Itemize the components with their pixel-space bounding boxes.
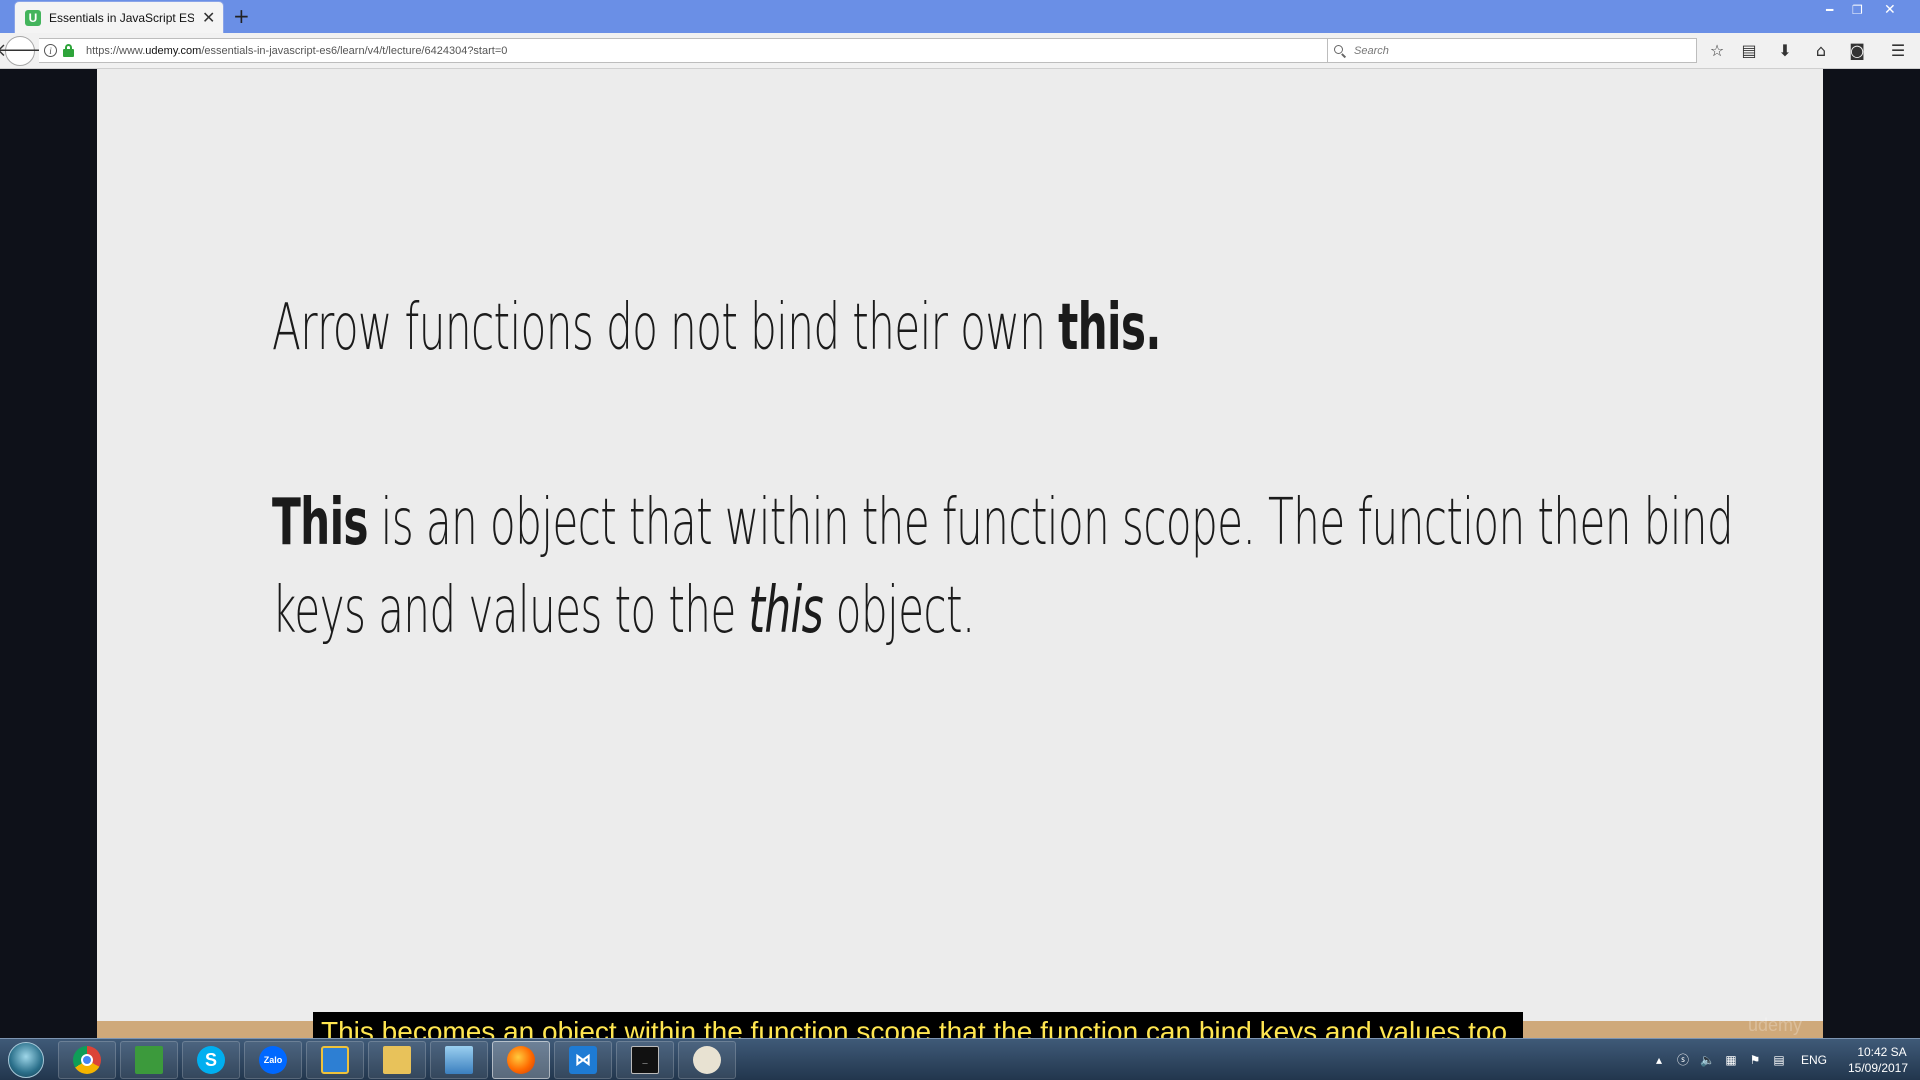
outlook-icon: [321, 1046, 349, 1074]
slide-line1-text: Arrow functions do not bind their own: [272, 291, 1059, 365]
browser-titlebar: U Essentials in JavaScript ES6 - ✕ + ━ ❐…: [0, 0, 1920, 33]
browser-tab[interactable]: U Essentials in JavaScript ES6 - ✕: [14, 1, 224, 33]
paint-icon: [693, 1046, 721, 1074]
clock-time[interactable]: 10:42 SA: [1852, 1045, 1912, 1059]
taskbar-zalo[interactable]: Zalo: [244, 1041, 302, 1079]
info-icon[interactable]: i: [44, 44, 57, 57]
skype-tray-icon[interactable]: ⓢ: [1676, 1053, 1690, 1067]
taskbar-sheets[interactable]: [120, 1041, 178, 1079]
search-input[interactable]: Search: [1327, 38, 1697, 63]
zalo-icon: Zalo: [259, 1046, 287, 1074]
home-icon[interactable]: ⌂: [1811, 41, 1831, 61]
taskbar-terminal[interactable]: _: [616, 1041, 674, 1079]
slide-line2-text: is an object that within the function sc…: [272, 486, 1734, 648]
taskbar-photo-viewer[interactable]: [430, 1041, 488, 1079]
reading-list-icon[interactable]: ▤: [1739, 41, 1759, 61]
slide-line2-bold: This: [272, 486, 369, 560]
new-tab-button[interactable]: +: [233, 4, 250, 28]
taskbar-vscode[interactable]: ⋈: [554, 1041, 612, 1079]
slide-paragraph: This is an object that within the functi…: [272, 479, 1816, 655]
taskbar-file-explorer[interactable]: [368, 1041, 426, 1079]
start-button[interactable]: [8, 1042, 44, 1078]
search-placeholder: Search: [1354, 44, 1389, 57]
close-tab-icon[interactable]: ✕: [202, 9, 215, 26]
address-bar[interactable]: i https://www.udemy.com/essentials-in-ja…: [39, 38, 1351, 63]
vscode-icon: ⋈: [569, 1046, 597, 1074]
folder-icon: [383, 1046, 411, 1074]
menu-hamburger-icon[interactable]: ☰: [1888, 41, 1908, 61]
slide-heading: Arrow functions do not bind their own th…: [272, 291, 1161, 365]
firefox-icon: [507, 1046, 535, 1074]
lock-icon[interactable]: [63, 44, 74, 57]
udemy-favicon-icon: U: [25, 9, 41, 26]
video-player[interactable]: Arrow functions do not bind their own th…: [0, 69, 1920, 1052]
slide-line2-end: object.: [822, 574, 976, 648]
windows-taskbar: S Zalo ⋈ _ ▴ ⓢ 🔈 ▦ ⚑ ▤ ENG 10:42 SA 15/0…: [0, 1038, 1920, 1080]
lecture-slide: Arrow functions do not bind their own th…: [97, 69, 1823, 1021]
photo-viewer-icon: [445, 1046, 473, 1074]
pocket-icon[interactable]: ◙: [1847, 41, 1867, 61]
clock-date[interactable]: 15/09/2017: [1843, 1061, 1913, 1075]
slide-line1-bold: this.: [1058, 291, 1161, 365]
browser-navbar: 🡐 i https://www.udemy.com/essentials-in-…: [0, 33, 1920, 69]
input-language[interactable]: ENG: [1801, 1053, 1827, 1067]
volume-icon[interactable]: 🔈: [1700, 1053, 1715, 1067]
spreadsheet-icon: [135, 1046, 163, 1074]
close-window-icon[interactable]: ✕: [1884, 2, 1896, 18]
taskbar-outlook[interactable]: [306, 1041, 364, 1079]
chrome-icon: [73, 1046, 101, 1074]
taskbar-firefox[interactable]: [492, 1041, 550, 1079]
udemy-watermark: udemy: [1748, 1015, 1803, 1035]
download-icon[interactable]: ⬇: [1775, 41, 1795, 61]
taskbar-paint[interactable]: [678, 1041, 736, 1079]
arrow-left-icon: 🡐: [0, 40, 45, 61]
url-domain: udemy.com: [145, 44, 202, 57]
minimize-icon[interactable]: ━: [1826, 2, 1833, 18]
url-text[interactable]: https://www.udemy.com/essentials-in-java…: [86, 45, 507, 57]
back-button[interactable]: 🡐: [0, 36, 44, 66]
slide-line2-italic: this: [748, 574, 823, 648]
taskbar-skype[interactable]: S: [182, 1041, 240, 1079]
tab-title: Essentials in JavaScript ES6 -: [49, 10, 194, 25]
show-hidden-icons-icon[interactable]: ▴: [1652, 1053, 1666, 1067]
keyboard-icon[interactable]: ▦: [1724, 1053, 1738, 1067]
network-icon[interactable]: ▤: [1772, 1053, 1786, 1067]
bookmark-star-icon[interactable]: ☆: [1707, 41, 1727, 61]
search-icon: [1334, 44, 1347, 58]
url-prefix: https://www.: [86, 44, 146, 57]
terminal-icon: _: [631, 1046, 659, 1074]
taskbar-chrome[interactable]: [58, 1041, 116, 1079]
url-path: /essentials-in-javascript-es6/learn/v4/t…: [201, 44, 508, 57]
action-center-icon[interactable]: ⚑: [1748, 1053, 1762, 1067]
skype-icon: S: [197, 1046, 225, 1074]
restore-icon[interactable]: ❐: [1852, 2, 1863, 18]
